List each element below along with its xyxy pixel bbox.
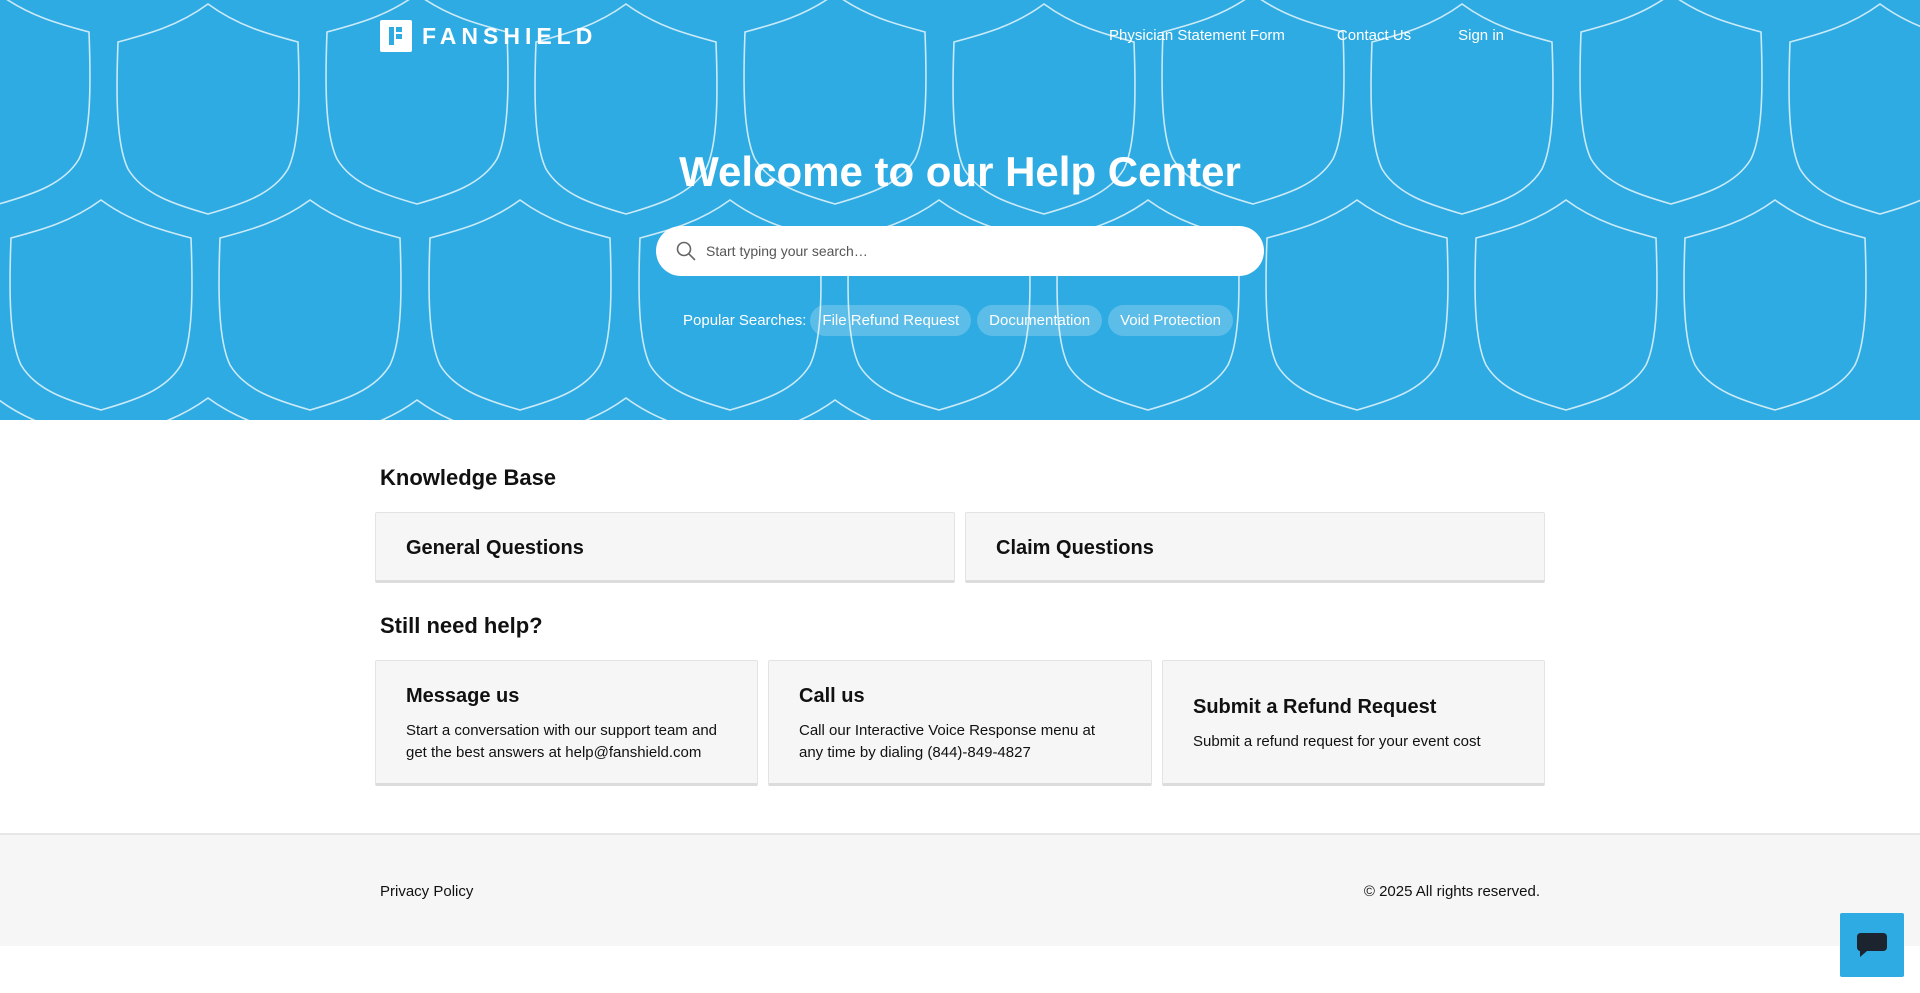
popular-search-void-protection[interactable]: Void Protection xyxy=(1108,305,1233,336)
chat-widget-button[interactable] xyxy=(1840,913,1904,977)
help-card-text: Start a conversation with our support te… xyxy=(406,722,718,761)
knowledge-base-title: Knowledge Base xyxy=(380,465,557,490)
help-card-text: Call our Interactive Voice Response menu… xyxy=(799,722,1095,761)
top-nav: Physician Statement Form Contact Us Sign… xyxy=(1093,22,1520,50)
still-need-help-title: Still need help? xyxy=(380,613,543,638)
nav-physician-statement-form[interactable]: Physician Statement Form xyxy=(1093,22,1301,50)
page-title: Welcome to our Help Center xyxy=(679,148,1241,195)
nav-sign-in[interactable]: Sign in xyxy=(1442,22,1520,50)
popular-searches-label: Popular Searches: xyxy=(683,312,807,329)
category-card-title: Claim Questions xyxy=(996,537,1154,559)
site-footer: Privacy Policy © 2025 All rights reserve… xyxy=(0,833,1920,946)
category-card-title: General Questions xyxy=(406,537,584,559)
popular-search-file-refund-request[interactable]: File Refund Request xyxy=(810,305,972,336)
search-bar[interactable] xyxy=(656,226,1264,276)
site-header: FANSHIELD Physician Statement Form Conta… xyxy=(0,0,1920,70)
help-card-title: Call us xyxy=(799,685,865,707)
help-card-text: Submit a refund request for your event c… xyxy=(1193,733,1481,750)
category-card-general-questions[interactable]: General Questions xyxy=(375,512,955,583)
logo-text: FANSHIELD xyxy=(422,22,598,49)
help-card-call-us[interactable]: Call us Call our Interactive Voice Respo… xyxy=(768,660,1152,786)
category-card-claim-questions[interactable]: Claim Questions xyxy=(965,512,1545,583)
popular-search-documentation[interactable]: Documentation xyxy=(977,305,1103,336)
search-input[interactable] xyxy=(706,243,1226,259)
privacy-policy-link[interactable]: Privacy Policy xyxy=(380,883,473,900)
nav-contact-us[interactable]: Contact Us xyxy=(1321,22,1427,50)
popular-searches: Popular Searches: File Refund Request Do… xyxy=(683,305,1239,336)
hero-banner: FANSHIELD Physician Statement Form Conta… xyxy=(0,0,1920,420)
help-card-title: Submit a Refund Request xyxy=(1193,696,1437,718)
copyright-text: © 2025 All rights reserved. xyxy=(1363,883,1540,900)
fanshield-logo[interactable]: FANSHIELD xyxy=(380,20,597,52)
chat-icon xyxy=(1857,933,1887,957)
logo-mark-icon xyxy=(380,20,412,52)
help-card-submit-refund-request[interactable]: Submit a Refund Request Submit a refund … xyxy=(1162,660,1545,786)
help-card-title: Message us xyxy=(406,685,520,707)
search-icon xyxy=(676,241,696,261)
help-card-message-us[interactable]: Message us Start a conversation with our… xyxy=(375,660,758,786)
